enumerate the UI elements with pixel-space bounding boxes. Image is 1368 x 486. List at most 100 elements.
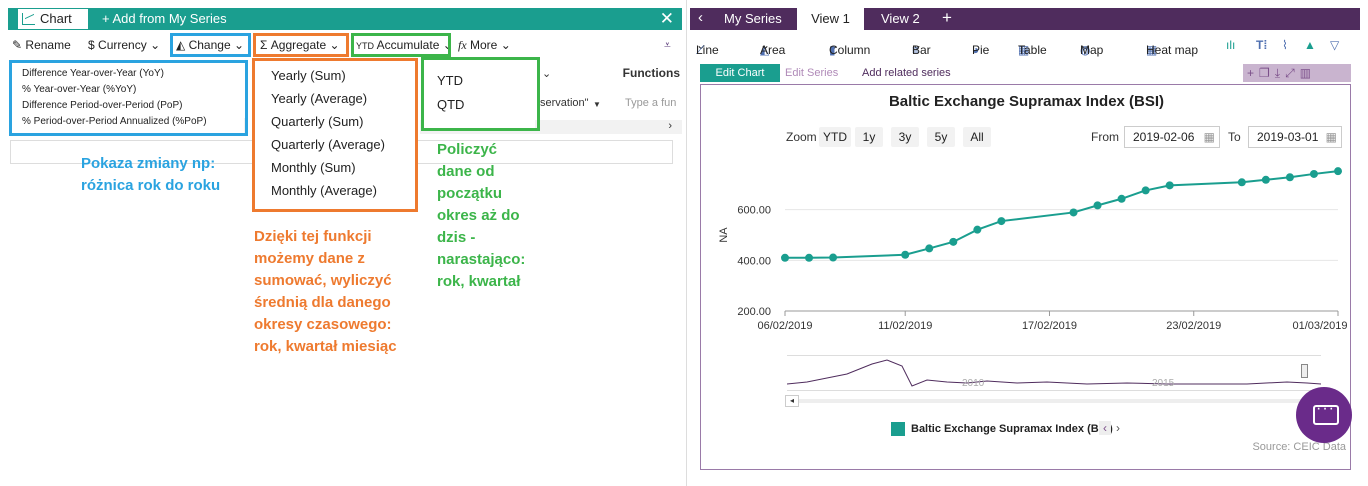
back-chevron-icon[interactable]: ‹	[698, 9, 703, 26]
data-point	[805, 253, 814, 262]
paperclip-icon[interactable]: ⌇	[1282, 38, 1288, 52]
more-button[interactable]: fx More ⌄	[458, 38, 511, 53]
legend-label[interactable]: Baltic Exchange Supramax Index (BSI)	[911, 423, 1113, 435]
note-line: dane od	[437, 163, 495, 180]
data-point	[1285, 173, 1294, 182]
calendar-icon[interactable]: ▦	[1204, 127, 1215, 147]
legend-prev-icon[interactable]: ‹	[1099, 421, 1111, 435]
edit-subbar: Edit Chart Edit Series Add related serie…	[700, 64, 1351, 82]
note-line: rok, kwartał miesiąc	[254, 338, 397, 355]
data-point	[901, 250, 910, 259]
map-label: Map	[1080, 43, 1104, 57]
bar-chart-button[interactable]: ≡ Bar ⌄	[912, 38, 931, 57]
y-axis-label: NA	[718, 227, 730, 243]
mountain-icon[interactable]: ▲	[1304, 38, 1316, 52]
legend-next-icon[interactable]: ›	[1116, 421, 1120, 435]
data-point	[781, 253, 789, 262]
navigator[interactable]: 2010 2015	[787, 355, 1321, 391]
function-input[interactable]: Type a fun	[625, 97, 676, 109]
text-icon[interactable]: T⁞	[1256, 38, 1267, 52]
line-label: Line	[696, 43, 719, 57]
accumulate-menu-highlight-box	[421, 57, 540, 131]
scroll-left-button[interactable]: ◂	[785, 395, 799, 407]
x-tick-label: 01/03/2019	[1292, 320, 1347, 332]
add-related-series-button[interactable]: Add related series	[862, 67, 951, 79]
tab-view2[interactable]: View 2	[881, 11, 920, 26]
zoom-ytd-button[interactable]: YTD	[819, 127, 851, 147]
y-tick-label: 200.00	[737, 306, 771, 318]
chevron-down-icon: ▼	[593, 100, 601, 109]
data-point	[997, 217, 1006, 226]
expand-icon[interactable]: ⤢	[1285, 66, 1300, 80]
data-point	[1141, 186, 1150, 195]
add-icon[interactable]: +	[1247, 66, 1259, 80]
data-point	[829, 253, 838, 262]
zoom-all-button[interactable]: All	[963, 127, 991, 147]
note-line: rok, kwartał	[437, 273, 521, 290]
aggregate-menu-highlight-box	[252, 58, 418, 212]
y-tick-label: 600.00	[737, 205, 771, 217]
note-line: Dzięki tej funkcji	[254, 228, 372, 245]
data-point	[1165, 181, 1174, 190]
from-label: From	[1091, 130, 1119, 144]
note-line: okresy czasowego:	[254, 316, 392, 333]
stats-icon[interactable]: ılı	[1226, 38, 1235, 52]
data-point	[1117, 194, 1126, 203]
area-chart-button[interactable]: ◭ Area ⌄	[760, 38, 785, 57]
left-panel: Chart + Add from My Series ✕ ✎ Rename $ …	[0, 0, 683, 486]
calendar-icon[interactable]: ▦	[1326, 127, 1337, 147]
legend-swatch	[891, 422, 905, 436]
area-label: Area	[760, 43, 786, 57]
note-line: Policzyć	[437, 141, 498, 158]
zoom-1y-button[interactable]: 1y	[855, 127, 883, 147]
add-view-button[interactable]: +	[942, 8, 952, 28]
rename-button[interactable]: ✎ Rename	[12, 38, 71, 52]
filter-icon[interactable]: ▽	[1330, 38, 1339, 52]
collapse-icon[interactable]: ⩡	[664, 38, 671, 53]
data-point	[1237, 178, 1246, 187]
close-icon[interactable]: ✕	[660, 8, 674, 30]
rename-label: Rename	[25, 38, 71, 52]
edit-chart-button[interactable]: Edit Chart	[700, 64, 780, 82]
series-line	[785, 170, 1339, 259]
note-line: możemy dane z	[254, 250, 365, 267]
to-date-input[interactable]: 2019-03-01 ▦	[1248, 126, 1342, 148]
chevron-right-icon[interactable]: ›	[668, 120, 672, 132]
x-tick-label: 06/02/2019	[757, 320, 812, 332]
navigator-sparkline	[787, 359, 1321, 387]
data-point	[1309, 169, 1318, 178]
zoom-5y-button[interactable]: 5y	[927, 127, 955, 147]
data-point	[949, 237, 958, 246]
line-chart-button[interactable]: ⟋ Line ⌄	[696, 38, 719, 57]
panel-divider[interactable]	[686, 0, 687, 486]
tab-view1[interactable]: View 1	[797, 8, 864, 30]
zoom-3y-button[interactable]: 3y	[891, 127, 919, 147]
observation-select[interactable]: servation"	[540, 97, 589, 109]
data-point	[925, 244, 934, 253]
navigator-handle[interactable]	[1301, 364, 1308, 378]
change-highlight-box	[170, 33, 251, 57]
accumulate-note: Policzyć dane od początku okres aż do dz…	[437, 139, 525, 293]
from-date-input[interactable]: 2019-02-06 ▦	[1124, 126, 1220, 148]
note-line: narastająco:	[437, 251, 526, 268]
scrollbar[interactable]	[799, 399, 1319, 403]
currency-button[interactable]: $ Currency ⌄	[88, 38, 160, 52]
tab-chart[interactable]: Chart	[18, 9, 88, 29]
map-button[interactable]: ◍ Map ⌄	[1080, 38, 1103, 57]
copy-icon[interactable]: ❐	[1259, 66, 1275, 80]
edit-series-button[interactable]: Edit Series	[785, 67, 838, 79]
column-chart-button[interactable]: ▮ Column ⌄	[829, 38, 870, 57]
pie-label: Pie	[972, 43, 990, 57]
chat-icon[interactable]	[1296, 387, 1352, 443]
more-label: More	[470, 38, 498, 52]
change-note: Pokaza zmiany np: różnica rok do roku	[81, 153, 220, 197]
line-chart: 200.00 400.00 600.00 NA 06/02/2019 11/02/2019…	[718, 167, 1348, 332]
line-chart-icon	[22, 13, 35, 25]
trash-icon[interactable]: ▥	[1300, 66, 1316, 80]
tab-my-series[interactable]: My Series	[724, 11, 782, 26]
add-from-my-series-button[interactable]: + Add from My Series	[102, 10, 227, 28]
data-point	[1334, 167, 1342, 176]
heatmap-label: Heat map	[1146, 43, 1199, 57]
chart-frame: Baltic Exchange Supramax Index (BSI) Zoo…	[700, 84, 1351, 470]
download-icon[interactable]: ⤓	[1275, 66, 1285, 80]
